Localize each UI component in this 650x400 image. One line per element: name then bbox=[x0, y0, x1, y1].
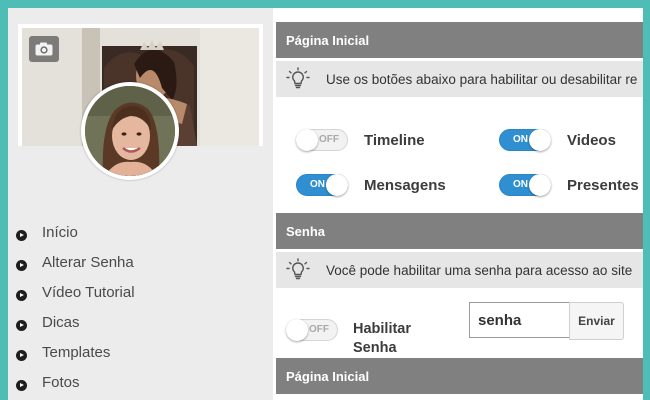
sidebar-item-alterar-senha[interactable]: Alterar Senha bbox=[16, 247, 135, 277]
toggle-state: ON bbox=[310, 179, 325, 190]
toggle-knob bbox=[529, 174, 551, 196]
sidebar-item-video-tutorial[interactable]: Vídeo Tutorial bbox=[16, 277, 135, 307]
sidebar-item-fotos[interactable]: Fotos bbox=[16, 367, 135, 397]
app-frame: Início Alterar Senha Vídeo Tutorial Dica… bbox=[8, 8, 643, 400]
profile-avatar[interactable] bbox=[81, 82, 179, 180]
arrow-circle-icon bbox=[16, 319, 27, 331]
arrow-circle-icon bbox=[16, 289, 27, 301]
toggle-row-habilitar-senha: OFF bbox=[286, 319, 338, 341]
section-header-senha: Senha bbox=[276, 213, 643, 249]
toggle-label: Timeline bbox=[364, 131, 425, 149]
hint-bar-senha: Você pode habilitar uma senha para acess… bbox=[276, 252, 643, 288]
hint-text: Você pode habilitar uma senha para acess… bbox=[326, 262, 633, 278]
habilitar-senha-toggle[interactable]: OFF bbox=[286, 319, 338, 341]
sidebar-item-label: Início bbox=[42, 223, 78, 241]
mensagens-toggle[interactable]: ON bbox=[296, 174, 348, 196]
toggle-state: ON bbox=[513, 134, 528, 145]
section-header-pagina-inicial-2: Página Inicial bbox=[276, 358, 643, 394]
toggle-row-mensagens: ON Mensagens bbox=[296, 174, 446, 196]
toggle-state: ON bbox=[513, 179, 528, 190]
arrow-circle-icon bbox=[16, 259, 27, 271]
toggle-row-videos: ON Videos bbox=[499, 129, 616, 151]
sidebar-menu: Início Alterar Senha Vídeo Tutorial Dica… bbox=[16, 217, 135, 397]
habilitar-senha-label: Habilitar Senha bbox=[353, 321, 412, 356]
password-input[interactable] bbox=[469, 302, 570, 338]
sidebar-item-templates[interactable]: Templates bbox=[16, 337, 135, 367]
toggle-state: OFF bbox=[309, 324, 329, 335]
arrow-circle-icon bbox=[16, 349, 27, 361]
send-button[interactable]: Enviar bbox=[569, 302, 624, 340]
sidebar-item-label: Alterar Senha bbox=[42, 253, 134, 271]
sidebar-item-dicas[interactable]: Dicas bbox=[16, 307, 135, 337]
sidebar-item-label: Fotos bbox=[42, 373, 80, 391]
lightbulb-icon bbox=[286, 258, 310, 280]
toggle-state: OFF bbox=[319, 134, 339, 145]
toggle-label: Presentes bbox=[567, 176, 639, 194]
toggle-row-timeline: OFF Timeline bbox=[296, 129, 425, 151]
sidebar-item-label: Vídeo Tutorial bbox=[42, 283, 135, 301]
sidebar-item-label: Dicas bbox=[42, 313, 80, 331]
hint-bar-pagina-inicial: Use os botões abaixo para habilitar ou d… bbox=[276, 61, 643, 97]
change-cover-button[interactable] bbox=[29, 36, 59, 62]
toggle-label: Mensagens bbox=[364, 176, 446, 194]
sidebar: Início Alterar Senha Vídeo Tutorial Dica… bbox=[8, 8, 273, 400]
toggle-knob bbox=[529, 129, 551, 151]
arrow-circle-icon bbox=[16, 229, 27, 241]
sidebar-item-label: Templates bbox=[42, 343, 111, 361]
toggle-row-presentes: ON Presentes bbox=[499, 174, 639, 196]
sidebar-item-inicio[interactable]: Início bbox=[16, 217, 135, 247]
videos-toggle[interactable]: ON bbox=[499, 129, 551, 151]
toggle-knob bbox=[296, 129, 318, 151]
lightbulb-icon bbox=[286, 67, 310, 89]
toggle-knob bbox=[286, 319, 308, 341]
section-header-pagina-inicial: Página Inicial bbox=[276, 22, 643, 58]
presentes-toggle[interactable]: ON bbox=[499, 174, 551, 196]
hint-text: Use os botões abaixo para habilitar ou d… bbox=[326, 71, 638, 87]
settings-panel: Página Inicial Use os botões abaixo para… bbox=[276, 8, 643, 400]
avatar-image bbox=[85, 86, 175, 176]
toggle-label: Videos bbox=[567, 131, 616, 149]
toggle-knob bbox=[326, 174, 348, 196]
timeline-toggle[interactable]: OFF bbox=[296, 129, 348, 151]
arrow-circle-icon bbox=[16, 379, 27, 391]
camera-icon bbox=[35, 42, 53, 56]
